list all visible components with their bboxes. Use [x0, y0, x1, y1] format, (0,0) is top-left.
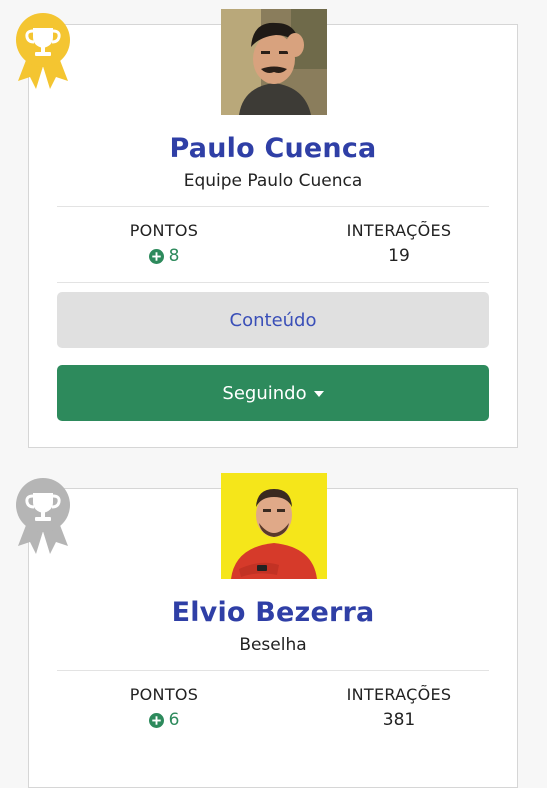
interactions-label: INTERAÇÕES — [346, 685, 452, 704]
content-button[interactable]: Conteúdo — [57, 292, 489, 348]
points-value-group: 8 — [148, 246, 180, 266]
user-name[interactable]: Elvio Bezerra — [29, 597, 517, 628]
following-label: Seguindo — [222, 382, 307, 404]
points-stat: PONTOS 8 — [64, 221, 264, 268]
interactions-value: 19 — [388, 246, 410, 266]
team-name: Beselha — [239, 635, 307, 655]
points-value: 6 — [168, 710, 180, 730]
points-value: 8 — [168, 246, 180, 266]
following-dropdown-button[interactable]: Seguindo — [57, 365, 489, 421]
points-stat: PONTOS 6 — [64, 685, 264, 732]
caret-down-icon — [313, 391, 324, 397]
points-label: PONTOS — [129, 685, 199, 704]
plus-circle-icon — [148, 712, 164, 728]
divider — [57, 206, 489, 207]
points-label: PONTOS — [129, 221, 199, 240]
interactions-stat: INTERAÇÕES 19 — [299, 221, 499, 266]
points-value-group: 6 — [148, 710, 180, 730]
silver-trophy-icon — [16, 478, 70, 554]
interactions-stat: INTERAÇÕES 381 — [299, 685, 499, 730]
ranking-card: Paulo Cuenca Equipe Paulo Cuenca PONTOS … — [28, 9, 518, 448]
divider — [57, 282, 489, 283]
interactions-value: 381 — [382, 710, 416, 730]
avatar[interactable] — [221, 9, 327, 115]
gold-trophy-icon — [16, 13, 70, 89]
divider — [57, 670, 489, 671]
interactions-label: INTERAÇÕES — [346, 221, 452, 240]
team-name: Equipe Paulo Cuenca — [183, 171, 363, 191]
user-name[interactable]: Paulo Cuenca — [29, 133, 517, 164]
plus-circle-icon — [148, 248, 164, 264]
ranking-card: Elvio Bezerra Beselha PONTOS 6 INTERAÇÕE… — [28, 473, 518, 788]
avatar[interactable] — [221, 473, 327, 579]
